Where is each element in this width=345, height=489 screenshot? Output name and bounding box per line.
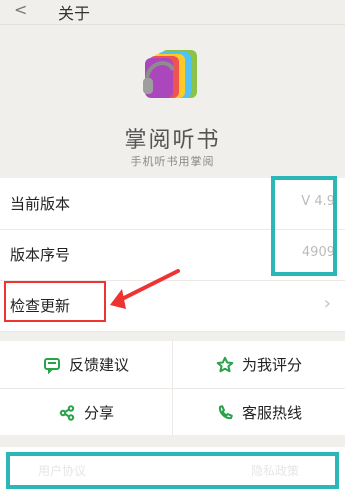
app-slogan: 手机听书用掌阅 <box>130 155 215 168</box>
share-button[interactable]: 分享 <box>0 389 172 436</box>
chevron-right-icon: › <box>323 293 331 314</box>
app-logo-icon <box>143 50 197 98</box>
list-item-label: 版本序号 <box>10 246 71 264</box>
back-icon[interactable]: < <box>14 0 27 19</box>
red-arrow-icon <box>110 269 180 309</box>
rate-button[interactable]: 为我评分 <box>173 341 345 388</box>
rate-label: 为我评分 <box>241 356 302 374</box>
highlight-box-bottom <box>6 452 339 489</box>
list-item-label: 当前版本 <box>10 195 71 213</box>
share-label: 分享 <box>83 404 114 422</box>
highlight-box-check-update <box>4 281 106 322</box>
hotline-label: 客服热线 <box>241 404 302 422</box>
app-name: 掌阅听书 <box>124 128 221 153</box>
actions-grid: 反馈建议 为我评分 分享 客服热线 <box>0 341 345 435</box>
phone-icon <box>218 404 233 419</box>
highlight-box-version-values <box>271 176 337 276</box>
feedback-label: 反馈建议 <box>68 356 129 374</box>
star-icon <box>216 356 234 372</box>
message-icon <box>43 357 60 374</box>
header-divider <box>0 24 345 25</box>
share-icon <box>59 404 75 421</box>
hotline-button[interactable]: 客服热线 <box>173 389 345 436</box>
page-title: 关于 <box>58 4 91 23</box>
feedback-button[interactable]: 反馈建议 <box>0 341 172 388</box>
top-bar: < 关于 <box>0 0 345 24</box>
